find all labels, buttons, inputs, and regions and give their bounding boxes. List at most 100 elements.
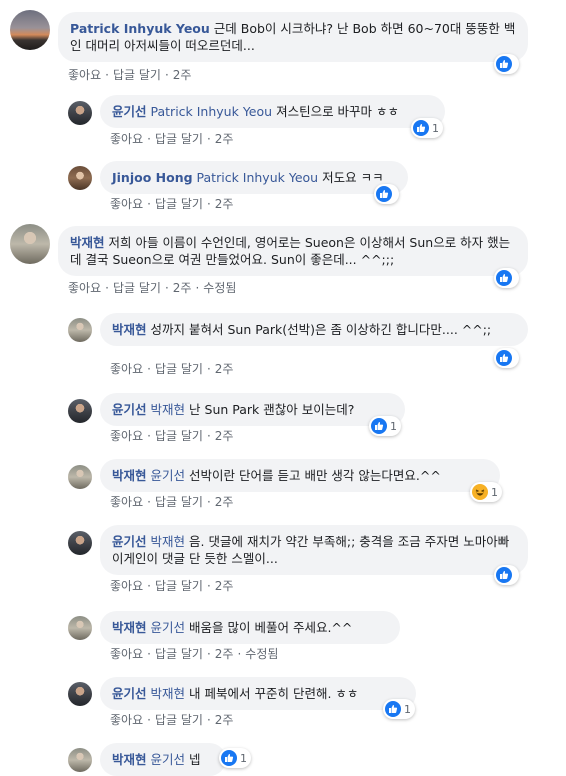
comment-text: 배움을 많이 베풀어 주세요.^^ xyxy=(189,620,353,635)
like-reaction-icon xyxy=(496,567,512,583)
like-reaction-icon xyxy=(413,120,429,136)
comment-actions: 좋아요 · 답글 달기 · 2주 xyxy=(110,197,234,211)
reaction-count: 1 xyxy=(491,485,498,499)
avatar[interactable] xyxy=(68,748,92,772)
reply-link[interactable]: 답글 달기 xyxy=(113,68,161,82)
avatar[interactable] xyxy=(10,224,50,264)
comment-author[interactable]: 윤기선 xyxy=(112,686,147,701)
reaction-badge[interactable] xyxy=(494,268,519,288)
like-link[interactable]: 좋아요 xyxy=(110,579,143,593)
comment-time[interactable]: 2주 xyxy=(215,197,234,211)
like-link[interactable]: 좋아요 xyxy=(110,362,143,376)
avatar[interactable] xyxy=(68,166,92,190)
comment-bubble: 박재현 윤기선 배움을 많이 베풀어 주세요.^^ xyxy=(100,611,400,644)
comment-time[interactable]: 2주 xyxy=(173,68,192,82)
mention[interactable]: 윤기선 xyxy=(151,752,186,767)
comment-author[interactable]: 박재현 xyxy=(112,322,147,337)
comment-author[interactable]: 박재현 xyxy=(70,235,105,250)
comment-actions: 좋아요 · 답글 달기 · 2주 xyxy=(110,429,234,443)
comment-actions: 좋아요 · 답글 달기 · 2주 xyxy=(110,362,234,376)
reaction-badge[interactable] xyxy=(494,348,519,368)
comment-author[interactable]: Patrick Inhyuk Yeou xyxy=(70,21,210,36)
comment-text: 성까지 붙혀서 Sun Park(선박)은 좀 이상하긴 합니다만.... ^^… xyxy=(150,322,492,337)
comment-author[interactable]: 박재현 xyxy=(112,620,147,635)
comment-time[interactable]: 2주 xyxy=(215,713,234,727)
like-link[interactable]: 좋아요 xyxy=(110,132,143,146)
comment-time[interactable]: 2주 xyxy=(215,579,234,593)
mention[interactable]: 윤기선 xyxy=(151,468,186,483)
avatar[interactable] xyxy=(68,101,92,125)
comment-actions: 좋아요 · 답글 달기 · 2주 xyxy=(110,132,234,146)
comment-author[interactable]: 박재현 xyxy=(112,468,147,483)
avatar[interactable] xyxy=(68,616,92,640)
avatar[interactable] xyxy=(68,465,92,489)
like-reaction-icon xyxy=(496,56,512,72)
like-link[interactable]: 좋아요 xyxy=(110,713,143,727)
comment-time[interactable]: 2주 xyxy=(215,132,234,146)
avatar[interactable] xyxy=(68,531,92,555)
comment-author[interactable]: 윤기선 xyxy=(112,402,147,417)
comment-time[interactable]: 2주 xyxy=(173,281,192,295)
reply-link[interactable]: 답글 달기 xyxy=(155,197,203,211)
mention[interactable]: Patrick Inhyuk Yeou xyxy=(197,170,319,185)
like-link[interactable]: 좋아요 xyxy=(110,197,143,211)
mention[interactable]: 윤기선 xyxy=(151,620,186,635)
reaction-badge[interactable]: 1 xyxy=(369,416,401,436)
comment-author[interactable]: 윤기선 xyxy=(112,104,147,119)
like-reaction-icon xyxy=(221,750,237,766)
like-link[interactable]: 좋아요 xyxy=(110,429,143,443)
reaction-badge[interactable]: 1 xyxy=(411,118,443,138)
comment-time[interactable]: 2주 xyxy=(215,647,234,661)
avatar[interactable] xyxy=(10,10,50,50)
reaction-badge[interactable]: 1 xyxy=(470,482,502,502)
edited-label[interactable]: 수정됨 xyxy=(245,647,278,661)
mention[interactable]: Patrick Inhyuk Yeou xyxy=(151,104,273,119)
reply-link[interactable]: 답글 달기 xyxy=(155,429,203,443)
mention[interactable]: 박재현 xyxy=(151,686,186,701)
reply-link[interactable]: 답글 달기 xyxy=(155,713,203,727)
reaction-badge[interactable] xyxy=(494,565,519,585)
mention[interactable]: 박재현 xyxy=(151,534,186,549)
like-reaction-icon xyxy=(371,418,387,434)
avatar[interactable] xyxy=(68,399,92,423)
comment-time[interactable]: 2주 xyxy=(215,429,234,443)
like-link[interactable]: 좋아요 xyxy=(110,647,143,661)
mention[interactable]: 박재현 xyxy=(151,402,186,417)
reply-link[interactable]: 답글 달기 xyxy=(155,647,203,661)
like-reaction-icon xyxy=(385,701,401,717)
comment-author[interactable]: 윤기선 xyxy=(112,534,147,549)
comment-bubble: Jinjoo Hong Patrick Inhyuk Yeou 저도요 ㅋㅋ xyxy=(100,161,408,194)
like-reaction-icon xyxy=(496,270,512,286)
comment-text: 저희 아들 이름이 수언인데, 영어로는 Sueon은 이상해서 Sun으로 하… xyxy=(70,235,511,267)
comment-time[interactable]: 2주 xyxy=(215,495,234,509)
reaction-badge[interactable] xyxy=(374,184,399,204)
reply-link[interactable]: 답글 달기 xyxy=(155,495,203,509)
reply-link[interactable]: 답글 달기 xyxy=(155,132,203,146)
comment-actions: 좋아요 · 답글 달기 · 2주 xyxy=(110,713,234,727)
comment-text: 선박이란 단어를 듣고 배만 생각 않는다면요.^^ xyxy=(189,468,441,483)
comment-bubble: 윤기선 Patrick Inhyuk Yeou 져스틴으로 바꾸마 ㅎㅎ xyxy=(100,95,445,128)
comment-bubble: 박재현 저희 아들 이름이 수언인데, 영어로는 Sueon은 이상해서 Sun으… xyxy=(58,226,528,276)
reply-link[interactable]: 답글 달기 xyxy=(155,362,203,376)
reply-link[interactable]: 답글 달기 xyxy=(113,281,161,295)
reaction-count: 1 xyxy=(404,702,411,716)
comment-bubble: 윤기선 박재현 내 페북에서 꾸준히 단련해. ㅎㅎ xyxy=(100,677,416,710)
like-reaction-icon xyxy=(376,186,392,202)
reaction-badge[interactable] xyxy=(494,54,519,74)
edited-label[interactable]: 수정됨 xyxy=(203,281,236,295)
comment-bubble: 박재현 윤기선 선박이란 단어를 듣고 배만 생각 않는다면요.^^ xyxy=(100,459,500,492)
like-link[interactable]: 좋아요 xyxy=(110,495,143,509)
comment-time[interactable]: 2주 xyxy=(215,362,234,376)
reply-link[interactable]: 답글 달기 xyxy=(155,579,203,593)
like-link[interactable]: 좋아요 xyxy=(68,281,101,295)
avatar[interactable] xyxy=(68,682,92,706)
reaction-badge[interactable]: 1 xyxy=(219,748,251,768)
like-link[interactable]: 좋아요 xyxy=(68,68,101,82)
reaction-badge[interactable]: 1 xyxy=(383,699,415,719)
comment-author[interactable]: 박재현 xyxy=(112,752,147,767)
comment-bubble: 윤기선 박재현 난 Sun Park 괜찮아 보이는데? xyxy=(100,393,405,426)
avatar[interactable] xyxy=(68,318,92,342)
comment-author[interactable]: Jinjoo Hong xyxy=(112,170,193,185)
comment-actions: 좋아요 · 답글 달기 · 2주 xyxy=(68,68,192,82)
comment-bubble: 윤기선 박재현 음. 댓글에 재치가 약간 부족해;; 충격을 조금 주자면 노마아… xyxy=(100,525,528,575)
